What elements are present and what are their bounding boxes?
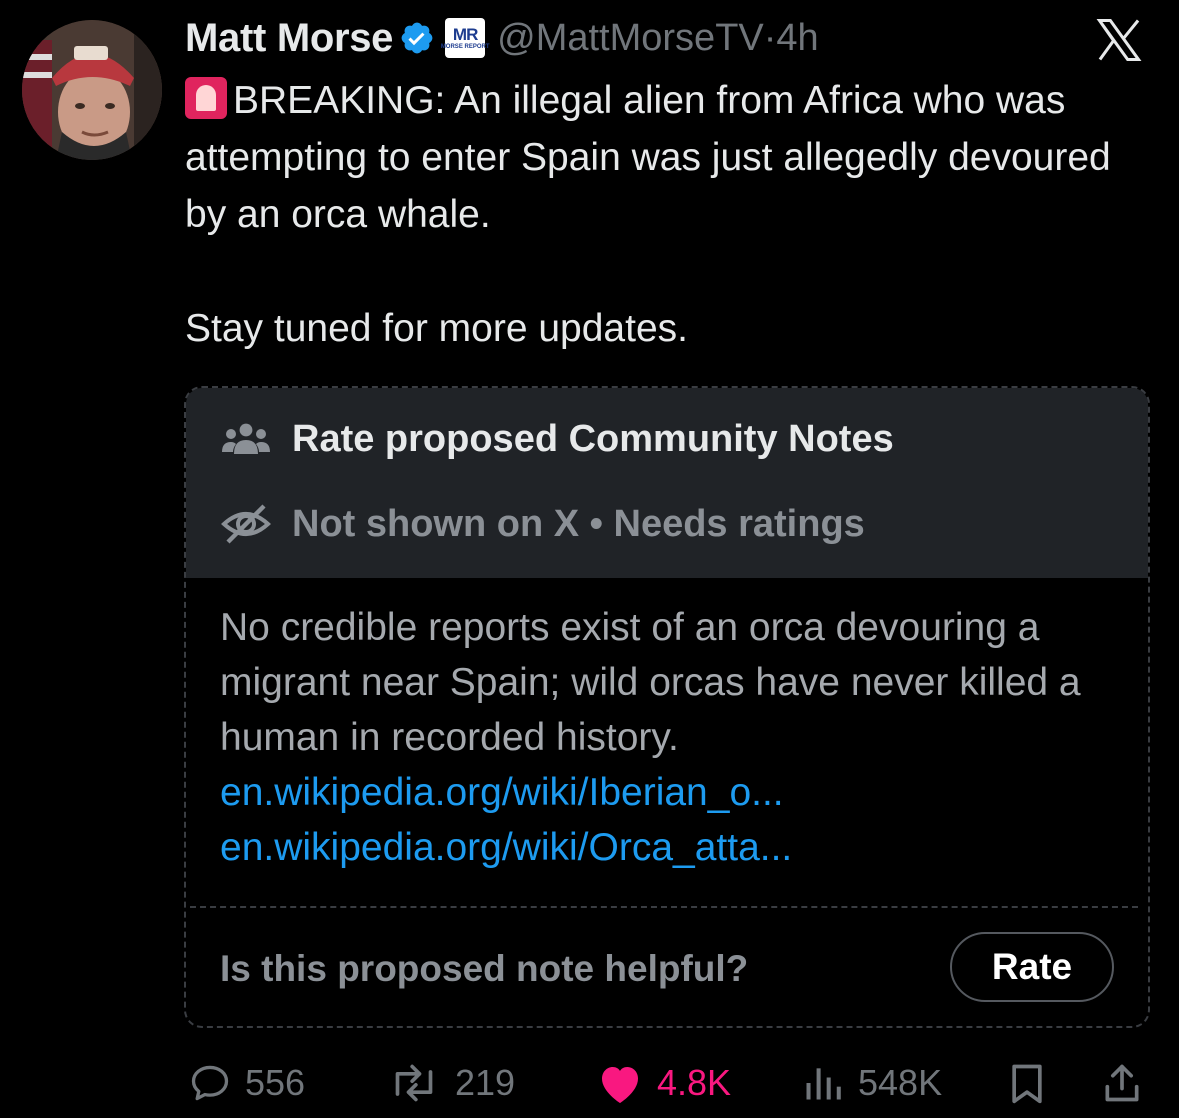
author-name[interactable]: Matt Morse: [185, 16, 393, 61]
eye-off-icon: [221, 504, 271, 544]
views-icon: [806, 1068, 841, 1100]
org-badge-mark: MR: [452, 25, 478, 44]
views-button[interactable]: 548K: [800, 1055, 942, 1111]
tweet-text: BREAKING: An illegal alien from Africa w…: [185, 72, 1145, 357]
repost-count: 219: [455, 1062, 516, 1103]
note-source-link-2[interactable]: en.wikipedia.org/wiki/Orca_atta...: [220, 826, 792, 869]
avatar[interactable]: [22, 20, 162, 160]
tweet-header: Matt Morse MR MORSE REPORT @MattMorseTV·…: [185, 12, 819, 64]
handle-text: @MattMorseTV: [497, 16, 764, 59]
people-icon: [222, 423, 270, 454]
reply-icon: [191, 1065, 229, 1101]
like-count: 4.8K: [657, 1062, 732, 1103]
verified-badge-icon[interactable]: [399, 20, 435, 56]
like-button[interactable]: 4.8K: [595, 1055, 731, 1111]
tweet-text-main: BREAKING: An illegal alien from Africa w…: [185, 79, 1122, 236]
siren-icon: [185, 77, 227, 119]
community-note-header[interactable]: Rate proposed Community Notes Not shown …: [186, 388, 1148, 578]
community-note-title: Rate proposed Community Notes: [292, 418, 894, 460]
note-source-link-1[interactable]: en.wikipedia.org/wiki/Iberian_o...: [220, 771, 784, 814]
author-handle[interactable]: @MattMorseTV·4h: [497, 17, 819, 60]
x-logo-icon: [1096, 18, 1142, 62]
views-count: 548K: [858, 1062, 943, 1103]
helpful-question: Is this proposed note helpful?: [220, 948, 749, 989]
community-note-card: Rate proposed Community Notes Not shown …: [184, 386, 1150, 1028]
heart-icon: [602, 1067, 638, 1103]
repost-icon: [395, 1064, 433, 1102]
community-note-text: No credible reports exist of an orca dev…: [220, 606, 1081, 759]
reply-button[interactable]: 556: [187, 1055, 305, 1111]
tweet-text-followup: Stay tuned for more updates.: [185, 307, 688, 350]
tweet-action-bar: 556 219 4.8K 548K: [185, 1055, 1145, 1111]
divider: [190, 906, 1138, 908]
share-icon: [1105, 1064, 1139, 1102]
bookmark-icon: [1012, 1064, 1042, 1104]
org-badge-label: MORSE REPORT: [440, 44, 490, 50]
dot-separator: ·: [763, 16, 777, 59]
org-badge[interactable]: MR MORSE REPORT: [441, 18, 489, 58]
share-button[interactable]: [1100, 1055, 1144, 1111]
timestamp[interactable]: 4h: [776, 17, 818, 59]
community-note-status: Not shown on X • Needs ratings: [292, 502, 865, 545]
community-note-body: No credible reports exist of an orca dev…: [220, 600, 1120, 875]
repost-button[interactable]: 219: [385, 1055, 515, 1111]
reply-count: 556: [245, 1062, 306, 1103]
rate-button[interactable]: Rate: [950, 932, 1114, 1002]
bookmark-button[interactable]: [1005, 1055, 1049, 1111]
